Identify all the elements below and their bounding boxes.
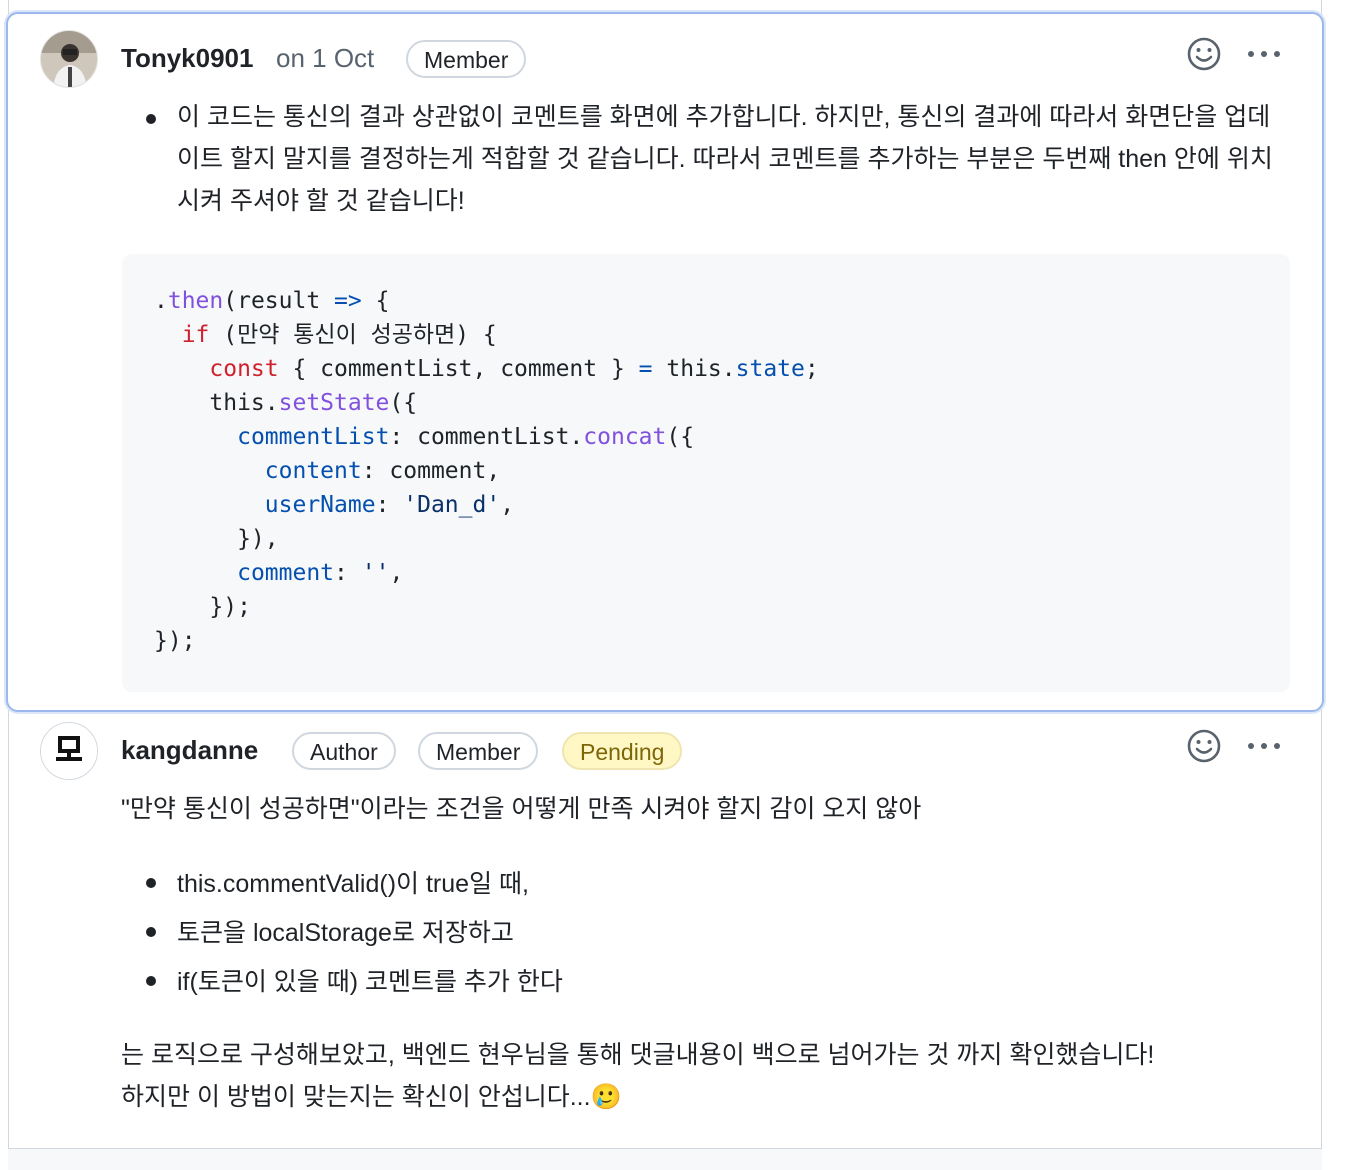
comment-intro: "만약 통신이 성공하면"이라는 조건을 어떻게 만족 시켜야 할지 감이 오지… [121,795,922,823]
list-item: 이 코드는 통신의 결과 상관없이 코멘트를 화면에 추가합니다. 하지만, 통… [121,96,1289,222]
code-line: }), [154,526,279,552]
code-line: content: comment, [264,458,501,484]
code-line: commentList: commentList.concat({ [237,424,695,450]
comment-author[interactable]: Tonyk0901 [121,43,253,74]
kebab-horizontal-icon[interactable] [1244,34,1284,74]
comment-timestamp[interactable]: on 1 Oct [276,43,374,74]
avatar[interactable] [40,722,98,780]
code-line: if (만약 통신이 성공하면) { [181,322,497,348]
smiley-icon[interactable] [1184,34,1224,74]
comment-outro: 는 로직으로 구성해보았고, 백엔드 현우님을 통해 댓글내용이 백으로 넘어가… [121,1034,1301,1118]
code-line: this.setState({ [154,390,418,416]
member-badge: Member [406,40,527,78]
code-line: userName: 'Dan_d', [264,492,515,518]
list-item: if(토큰이 있을 때) 코멘트를 추가 한다 [121,958,1289,1007]
comment-outro-line: 는 로직으로 구성해보았고, 백엔드 현우님을 통해 댓글내용이 백으로 넘어가… [121,1041,1155,1069]
code-line: }); [154,594,251,620]
smiley-icon[interactable] [1184,726,1224,766]
avatar[interactable] [40,30,98,88]
member-badge: Member [418,732,539,770]
code-block[interactable]: .then(result => { if (만약 통신이 성공하면) { con… [122,254,1290,692]
kebab-horizontal-icon[interactable] [1244,726,1284,766]
list-item: this.commentValid()이 true일 때, [121,860,1289,909]
code-line: .then(result => { [154,288,390,314]
comment-body: 이 코드는 통신의 결과 상관없이 코멘트를 화면에 추가합니다. 하지만, 통… [121,96,1289,222]
list-item: 토큰을 localStorage로 저장하고 [121,909,1289,958]
next-comment-edge [8,1148,1322,1170]
comment-outro-line: 하지만 이 방법이 맞는지는 확신이 안섭니다...🥲 [121,1083,622,1111]
tear-smile-emoji: 🥲 [590,1083,622,1111]
pending-badge: Pending [562,732,683,770]
code-line: }); [154,628,196,654]
comment-author[interactable]: kangdanne [121,735,258,766]
author-badge: Author [292,732,396,770]
comment-list: this.commentValid()이 true일 때, 토큰을 localS… [121,860,1289,1007]
code-line: comment: '', [237,560,404,586]
code-line: const { commentList, comment } = this.st… [209,356,819,382]
